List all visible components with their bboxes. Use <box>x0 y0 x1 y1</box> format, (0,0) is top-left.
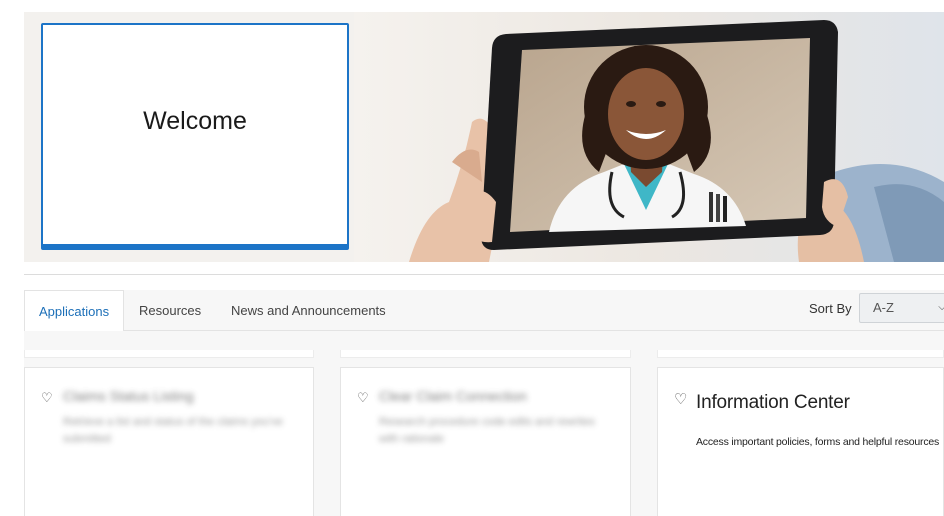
tab-bar: Applications Resources News and Announce… <box>24 290 944 332</box>
welcome-title: Welcome <box>143 107 247 135</box>
hero-banner: Welcome <box>24 12 944 262</box>
sort-select[interactable]: A-Z ⌵ <box>859 293 944 323</box>
app-card-clear-claim[interactable]: ♡ Clear Claim Connection Research proced… <box>340 367 631 516</box>
card-description: Access important policies, forms and hel… <box>696 436 940 448</box>
chevron-down-icon: ⌵ <box>938 302 944 313</box>
hero-doctor-tablet-image <box>354 12 944 262</box>
card-top-strip <box>657 350 944 358</box>
card-title: Clear Claim Connection <box>379 388 527 404</box>
card-title: Claims Status Listing <box>63 388 194 404</box>
card-description: Research procedure code edits and rewrit… <box>379 416 595 445</box>
favorite-heart-icon[interactable]: ♡ <box>41 390 53 406</box>
app-card-claims-status[interactable]: ♡ Claims Status Listing Retrieve a list … <box>24 367 314 516</box>
favorite-heart-icon[interactable]: ♡ <box>674 390 687 408</box>
card-title: Information Center <box>696 392 850 413</box>
tab-applications[interactable]: Applications <box>24 290 125 332</box>
section-divider <box>24 274 944 275</box>
sort-selected-value: A-Z <box>873 300 894 315</box>
tab-resources[interactable]: Resources <box>125 290 215 331</box>
tab-news-and-announcements[interactable]: News and Announcements <box>217 290 400 331</box>
applications-panel: ♡ Claims Status Listing Retrieve a list … <box>24 331 944 516</box>
favorite-heart-icon[interactable]: ♡ <box>357 390 369 406</box>
app-card-information-center[interactable]: ♡ Information Center Access important po… <box>657 367 944 516</box>
sort-by-label: Sort By <box>809 301 852 316</box>
card-top-strip <box>340 350 631 358</box>
card-description: Retrieve a list and status of the claims… <box>63 416 283 445</box>
welcome-card: Welcome <box>41 23 349 250</box>
card-top-strip <box>24 350 314 358</box>
